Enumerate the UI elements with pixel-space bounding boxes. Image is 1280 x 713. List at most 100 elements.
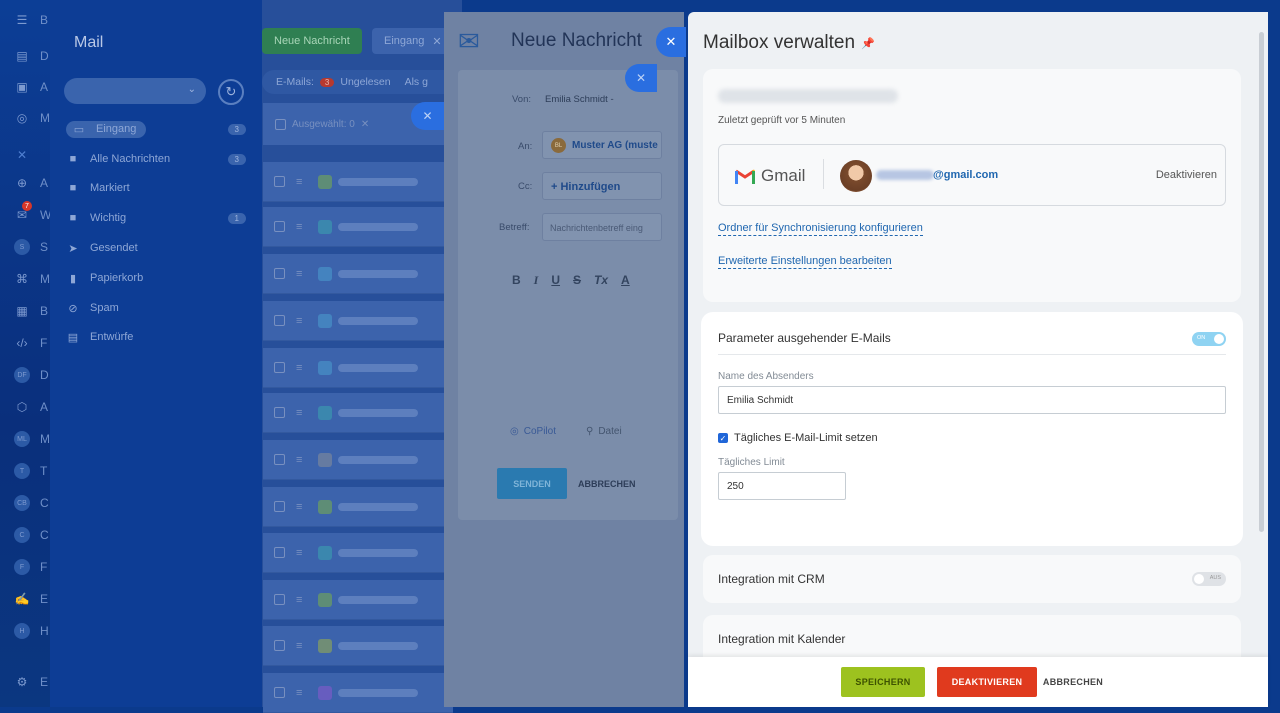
list-item[interactable]: ≡: [263, 348, 453, 388]
deactivate-button[interactable]: DEAKTIVIEREN: [937, 667, 1037, 697]
menu-button[interactable]: ☰ B: [14, 10, 54, 30]
app-bar-item[interactable]: ⚙ E: [14, 672, 54, 692]
copilot-button[interactable]: ◎ CoPilot: [510, 426, 556, 437]
row-checkbox[interactable]: [274, 362, 285, 373]
close-compose-button[interactable]: ✕: [656, 27, 686, 57]
app-bar-item[interactable]: ▦ B: [14, 301, 54, 321]
app-bar-item[interactable]: ✍ E: [14, 589, 54, 609]
app-bar-item[interactable]: SS: [14, 237, 54, 257]
to-field[interactable]: BL Muster AG (muste: [542, 131, 662, 159]
app-bar-item[interactable]: ⊕ A: [14, 173, 54, 193]
send-button[interactable]: SENDEN: [497, 468, 567, 499]
list-item[interactable]: ≡: [263, 580, 453, 620]
cancel-button[interactable]: ABBRECHEN: [1038, 667, 1108, 697]
row-menu-icon[interactable]: ≡: [296, 176, 302, 188]
row-checkbox[interactable]: [274, 268, 285, 279]
app-bar-item[interactable]: ML M: [14, 429, 54, 449]
from-value[interactable]: Emilia Schmidt -: [545, 94, 614, 105]
checkbox-checked-icon[interactable]: ✓: [718, 433, 728, 443]
app-bar-item[interactable]: ✕: [14, 145, 54, 165]
select-all-checkbox[interactable]: [275, 118, 286, 130]
bold-button[interactable]: B: [512, 273, 521, 288]
app-bar-item[interactable]: CC: [14, 525, 54, 545]
folder-spam[interactable]: ⊘ Spam: [66, 298, 246, 318]
row-checkbox[interactable]: [274, 221, 285, 232]
folder-drafts[interactable]: ▤ Entwürfe: [66, 327, 246, 347]
row-checkbox[interactable]: [274, 640, 285, 651]
list-item[interactable]: ≡: [263, 254, 453, 294]
row-menu-icon[interactable]: ≡: [296, 407, 302, 419]
row-checkbox[interactable]: [274, 594, 285, 605]
app-bar-item[interactable]: ⬡ A: [14, 397, 54, 417]
app-bar-item[interactable]: FF: [14, 557, 54, 577]
list-item[interactable]: ≡: [263, 301, 453, 341]
advanced-settings-link[interactable]: Erweiterte Einstellungen bearbeiten: [718, 255, 892, 269]
row-menu-icon[interactable]: ≡: [296, 221, 302, 233]
row-menu-icon[interactable]: ≡: [296, 640, 302, 652]
scrollbar[interactable]: [1259, 32, 1264, 532]
cc-field[interactable]: + Hinzufügen: [542, 172, 662, 200]
tertiary-close-button[interactable]: ✕: [411, 102, 444, 130]
row-menu-icon[interactable]: ≡: [296, 454, 302, 466]
row-menu-icon[interactable]: ≡: [296, 687, 302, 699]
daily-limit-input[interactable]: 250: [718, 472, 846, 500]
app-bar-item[interactable]: TT: [14, 461, 54, 481]
row-checkbox[interactable]: [274, 501, 285, 512]
app-bar-item[interactable]: ▤ D: [14, 46, 54, 66]
row-checkbox[interactable]: [274, 176, 285, 187]
row-menu-icon[interactable]: ≡: [296, 501, 302, 513]
row-checkbox[interactable]: [274, 315, 285, 326]
italic-button[interactable]: I: [534, 273, 539, 288]
folder-all[interactable]: ■ Alle Nachrichten 3: [66, 149, 246, 169]
save-button[interactable]: SPEICHERN: [841, 667, 925, 697]
row-checkbox[interactable]: [274, 687, 285, 698]
add-cc-link[interactable]: + Hinzufügen: [551, 181, 620, 193]
row-checkbox[interactable]: [274, 454, 285, 465]
list-item[interactable]: ≡: [263, 673, 453, 713]
close-icon[interactable]: ✕: [361, 119, 369, 130]
list-item[interactable]: ≡: [263, 162, 453, 202]
underline-button[interactable]: U: [551, 273, 560, 288]
clear-format-button[interactable]: Tx: [594, 273, 608, 288]
app-bar-item[interactable]: ⌘ M: [14, 269, 54, 289]
list-item[interactable]: ≡: [263, 440, 453, 480]
list-item[interactable]: ≡: [263, 393, 453, 433]
unread-label[interactable]: Ungelesen: [340, 76, 390, 88]
app-bar-item[interactable]: HH: [14, 621, 54, 641]
refresh-button[interactable]: ↻: [218, 79, 244, 105]
sender-name-input[interactable]: Emilia Schmidt: [718, 386, 1226, 414]
app-bar-item[interactable]: ▣ A: [14, 77, 54, 97]
mailbox-select[interactable]: ⌄: [64, 78, 206, 104]
row-menu-icon[interactable]: ≡: [296, 594, 302, 606]
deactivate-account-link[interactable]: Deaktivieren: [1156, 169, 1217, 181]
list-item[interactable]: ≡: [263, 533, 453, 573]
strike-button[interactable]: S: [573, 273, 581, 288]
app-bar-item[interactable]: DF D: [14, 365, 54, 385]
secondary-close-button[interactable]: ✕: [625, 64, 657, 92]
filter-chip[interactable]: Eingang ✕: [372, 28, 454, 54]
row-checkbox[interactable]: [274, 407, 285, 418]
list-item[interactable]: ≡: [263, 626, 453, 666]
folder-flagged[interactable]: ■ Markiert: [66, 178, 246, 198]
new-message-button[interactable]: Neue Nachricht: [262, 28, 362, 54]
folder-sent[interactable]: ➤ Gesendet: [66, 238, 246, 258]
subject-input[interactable]: Nachrichtenbetreff eing: [542, 213, 662, 241]
app-bar-item[interactable]: ✉ 7 W: [14, 201, 54, 225]
list-item[interactable]: ≡: [263, 207, 453, 247]
row-checkbox[interactable]: [274, 547, 285, 558]
list-item[interactable]: ≡: [263, 487, 453, 527]
row-menu-icon[interactable]: ≡: [296, 362, 302, 374]
folder-inbox[interactable]: ▭ Eingang 3: [66, 119, 246, 139]
row-menu-icon[interactable]: ≡: [296, 268, 302, 280]
as-label[interactable]: Als g: [405, 76, 428, 88]
row-menu-icon[interactable]: ≡: [296, 315, 302, 327]
pin-icon[interactable]: 📌: [861, 37, 875, 50]
app-bar-item[interactable]: CB C: [14, 493, 54, 513]
compose-cancel-button[interactable]: ABBRECHEN: [578, 479, 636, 489]
app-bar-item[interactable]: ◎ M: [14, 108, 54, 128]
attach-file-button[interactable]: ⚲ Datei: [586, 426, 622, 437]
sync-folders-link[interactable]: Ordner für Synchronisierung konfiguriere…: [718, 222, 923, 236]
daily-limit-checkbox-row[interactable]: ✓ Tägliches E-Mail-Limit setzen: [718, 432, 878, 444]
text-color-button[interactable]: A: [621, 273, 630, 288]
folder-important[interactable]: ■ Wichtig 1: [66, 208, 246, 228]
